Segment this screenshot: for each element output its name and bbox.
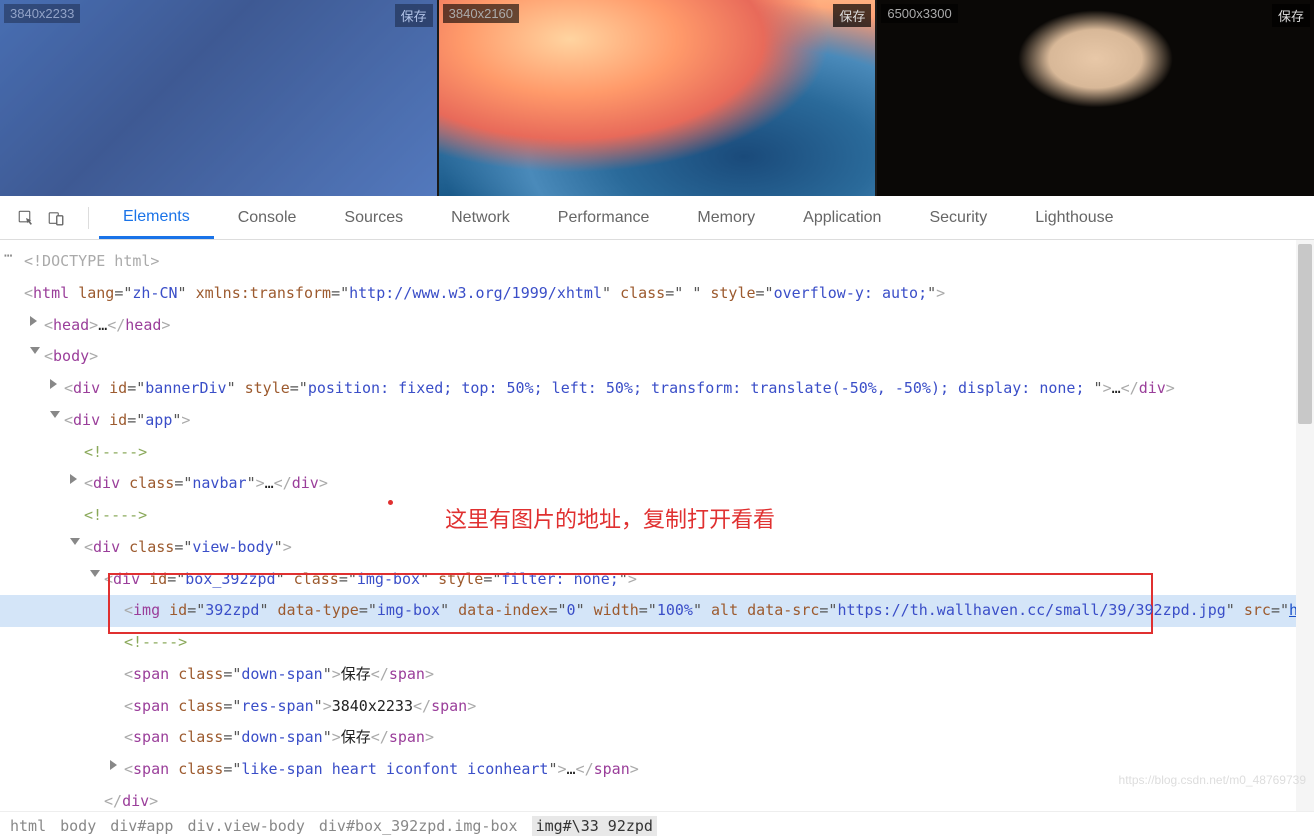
breadcrumb-item[interactable]: div#box_392zpd.img-box bbox=[319, 817, 518, 835]
dom-node-bannerdiv[interactable]: <div id="bannerDiv" style="position: fix… bbox=[0, 373, 1314, 405]
tab-lighthouse[interactable]: Lighthouse bbox=[1011, 199, 1137, 237]
collapse-arrow-icon[interactable] bbox=[30, 347, 40, 354]
expand-arrow-icon[interactable] bbox=[110, 760, 117, 770]
save-badge[interactable]: 保存 bbox=[833, 4, 871, 27]
tab-sources[interactable]: Sources bbox=[320, 199, 427, 237]
breadcrumb-item[interactable]: div#app bbox=[110, 817, 173, 835]
tab-console[interactable]: Console bbox=[214, 199, 321, 237]
tab-network[interactable]: Network bbox=[427, 199, 534, 237]
expand-arrow-icon[interactable] bbox=[70, 474, 77, 484]
tab-security[interactable]: Security bbox=[905, 199, 1011, 237]
breadcrumb-item[interactable]: img#\33 92zpd bbox=[532, 816, 657, 836]
dom-node-comment[interactable]: <!----> bbox=[0, 627, 1314, 659]
dom-node-body[interactable]: <body> bbox=[0, 341, 1314, 373]
gallery-item[interactable]: 3840x2160 保存 bbox=[439, 0, 876, 196]
expand-arrow-icon[interactable] bbox=[30, 316, 37, 326]
tab-memory[interactable]: Memory bbox=[673, 199, 779, 237]
dom-selected-row[interactable]: ⋯ <img id="392zpd" data-type="img-box" d… bbox=[0, 595, 1314, 627]
save-badge[interactable]: 保存 bbox=[1272, 4, 1310, 27]
vertical-scrollbar[interactable] bbox=[1296, 240, 1314, 811]
dom-node-likespan[interactable]: <span class="like-span heart iconfont ic… bbox=[0, 754, 1314, 786]
dom-node-app[interactable]: <div id="app"> bbox=[0, 405, 1314, 437]
scroll-thumb[interactable] bbox=[1298, 244, 1312, 424]
collapse-arrow-icon[interactable] bbox=[50, 411, 60, 418]
inspect-element-icon[interactable] bbox=[12, 204, 40, 232]
annotation-text: 这里有图片的地址，复制打开看看 bbox=[445, 502, 775, 534]
breadcrumb-item[interactable]: div.view-body bbox=[187, 817, 304, 835]
dom-node-doctype[interactable]: <!DOCTYPE html> bbox=[0, 246, 1314, 278]
gallery-item[interactable]: 6500x3300 保存 bbox=[877, 0, 1314, 196]
resolution-badge: 3840x2160 bbox=[443, 4, 519, 23]
watermark-text: https://blog.csdn.net/m0_48769739 bbox=[1119, 773, 1306, 787]
dom-breadcrumb: html body div#app div.view-body div#box_… bbox=[0, 811, 1314, 839]
dom-node-html[interactable]: <html lang="zh-CN" xmlns:transform="http… bbox=[0, 278, 1314, 310]
breadcrumb-item[interactable]: body bbox=[60, 817, 96, 835]
dom-node-viewbody[interactable]: <div class="view-body"> bbox=[0, 532, 1314, 564]
dom-node-img[interactable]: <img id="392zpd" data-type="img-box" dat… bbox=[0, 595, 1314, 627]
dom-node-downspan[interactable]: <span class="down-span">保存</span> bbox=[0, 659, 1314, 691]
breadcrumb-item[interactable]: html bbox=[10, 817, 46, 835]
dom-node-navbar[interactable]: <div class="navbar">…</div> bbox=[0, 468, 1314, 500]
separator bbox=[88, 207, 89, 229]
device-toggle-icon[interactable] bbox=[42, 204, 70, 232]
collapse-arrow-icon[interactable] bbox=[90, 570, 100, 577]
dom-node-downspan2[interactable]: <span class="down-span">保存</span> bbox=[0, 722, 1314, 754]
devtools-panel: Elements Console Sources Network Perform… bbox=[0, 196, 1314, 839]
dom-node-divclose[interactable]: </div> bbox=[0, 786, 1314, 811]
gallery-item[interactable]: 3840x2233 保存 bbox=[0, 0, 437, 196]
dom-node-imgbox[interactable]: <div id="box_392zpd" class="img-box" sty… bbox=[0, 564, 1314, 596]
resolution-badge: 3840x2233 bbox=[4, 4, 80, 23]
dom-node-comment[interactable]: <!----> bbox=[0, 437, 1314, 469]
dom-node-resspan[interactable]: <span class="res-span">3840x2233</span> bbox=[0, 691, 1314, 723]
tab-application[interactable]: Application bbox=[779, 199, 905, 237]
tab-elements[interactable]: Elements bbox=[99, 198, 214, 239]
resolution-badge: 6500x3300 bbox=[881, 4, 957, 23]
dom-node-head[interactable]: <head>…</head> bbox=[0, 310, 1314, 342]
image-gallery: 3840x2233 保存 3840x2160 保存 6500x3300 保存 bbox=[0, 0, 1314, 196]
save-badge[interactable]: 保存 bbox=[395, 4, 433, 27]
tab-performance[interactable]: Performance bbox=[534, 199, 674, 237]
expand-arrow-icon[interactable] bbox=[50, 379, 57, 389]
dom-tree-panel[interactable]: <!DOCTYPE html> <html lang="zh-CN" xmlns… bbox=[0, 240, 1314, 811]
devtools-tabs-bar: Elements Console Sources Network Perform… bbox=[0, 196, 1314, 240]
collapse-arrow-icon[interactable] bbox=[70, 538, 80, 545]
overflow-dots-icon[interactable]: ⋯ bbox=[4, 248, 13, 264]
